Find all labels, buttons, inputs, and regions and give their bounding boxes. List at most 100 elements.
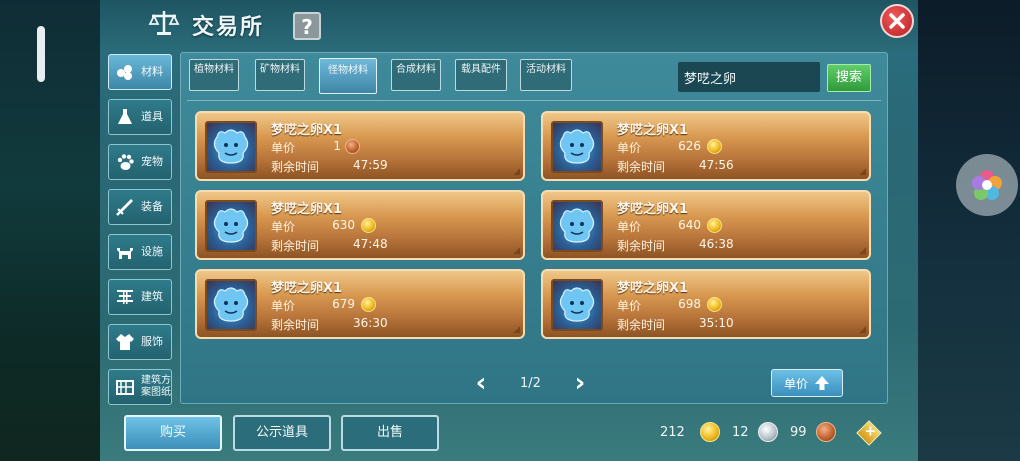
- gold-amount: 212: [660, 425, 685, 440]
- tab-plant-materials[interactable]: 植物材料: [189, 59, 239, 91]
- unit-price: 640: [678, 218, 701, 232]
- tab-monster-materials[interactable]: 怪物材料: [319, 58, 377, 94]
- time-remaining-label: 剩余时间: [617, 239, 666, 253]
- unit-price-label: 单价: [617, 141, 642, 155]
- unit-price-label: 单价: [271, 220, 296, 234]
- page-indicator: 1/2: [520, 376, 541, 391]
- egg-creature-icon: [559, 287, 595, 322]
- card-corner-icon: ◢: [513, 246, 520, 256]
- time-remaining: 36:30: [353, 316, 388, 330]
- sidebar-item-label: 道具: [141, 110, 163, 123]
- next-page-button[interactable]: ›: [570, 370, 590, 397]
- plus-icon: +: [864, 423, 877, 440]
- sort-by-price-button[interactable]: 单价: [771, 369, 843, 397]
- item-name: 梦呓之卵X1: [271, 202, 343, 217]
- sidebar-item-buildings[interactable]: 建筑: [108, 279, 172, 315]
- sidebar-item-equipment[interactable]: 装备: [108, 189, 172, 225]
- item-thumbnail: [205, 279, 257, 331]
- gold-coin-icon: [361, 218, 376, 233]
- clothing-icon: [116, 334, 134, 350]
- time-remaining: 46:38: [699, 237, 734, 251]
- sidebar-item-items[interactable]: 道具: [108, 99, 172, 135]
- gold-coin-icon: [700, 422, 720, 442]
- floating-assistant-button[interactable]: [956, 154, 1018, 216]
- sidebar-item-label: 宠物: [141, 155, 163, 168]
- unit-price: 626: [678, 139, 701, 153]
- building-icon: [117, 290, 133, 304]
- time-remaining: 47:59: [353, 158, 388, 172]
- time-remaining-label: 剩余时间: [271, 239, 320, 253]
- add-currency-button[interactable]: +: [856, 420, 882, 446]
- sidebar-item-label: 材料: [141, 65, 163, 78]
- sword-icon: [116, 199, 133, 216]
- item-thumbnail: [551, 279, 603, 331]
- sidebar-item-label: 建筑方案图纸: [141, 375, 171, 398]
- previous-page-button[interactable]: ‹: [471, 370, 491, 397]
- listing-card[interactable]: 梦呓之卵X1 单价 1 剩余时间 47:59 ◢: [195, 111, 525, 181]
- copper-coin-icon: [816, 422, 836, 442]
- background-left: [0, 0, 105, 461]
- scale-icon: [148, 11, 180, 35]
- help-button[interactable]: ?: [293, 12, 321, 40]
- unit-price: 630: [332, 218, 355, 232]
- item-thumbnail: [205, 121, 257, 173]
- sidebar-item-label: 服饰: [141, 335, 163, 348]
- sidebar-item-label: 设施: [141, 245, 163, 258]
- time-remaining: 47:56: [699, 158, 734, 172]
- buy-button[interactable]: 购买: [124, 415, 222, 451]
- egg-creature-icon: [213, 129, 249, 164]
- sell-button[interactable]: 出售: [341, 415, 439, 451]
- card-corner-icon: ◢: [513, 325, 520, 335]
- search-button[interactable]: 搜索: [827, 64, 871, 92]
- gold-coin-icon: [707, 218, 722, 233]
- scroll-handle[interactable]: [37, 26, 45, 82]
- sidebar-item-blueprints[interactable]: 建筑方案图纸: [108, 369, 172, 405]
- listing-card[interactable]: 梦呓之卵X1 单价 630 剩余时间 47:48 ◢: [195, 190, 525, 260]
- listing-card[interactable]: 梦呓之卵X1 单价 698 剩余时间 35:10 ◢: [541, 269, 871, 339]
- item-name: 梦呓之卵X1: [617, 281, 689, 296]
- tab-vehicle-parts[interactable]: 载具配件: [455, 59, 507, 91]
- animal-icon: [117, 248, 133, 259]
- unit-price-label: 单价: [271, 299, 296, 313]
- item-thumbnail: [205, 200, 257, 252]
- listing-card[interactable]: 梦呓之卵X1 单价 626 剩余时间 47:56 ◢: [541, 111, 871, 181]
- unit-price: 698: [678, 297, 701, 311]
- unit-price-label: 单价: [617, 220, 642, 234]
- tab-event-materials[interactable]: 活动材料: [520, 59, 572, 91]
- copper-coin-icon: [345, 139, 360, 154]
- unit-price: 679: [332, 297, 355, 311]
- close-button[interactable]: [880, 4, 914, 38]
- unit-price: 1: [333, 139, 341, 153]
- sidebar-item-facilities[interactable]: 设施: [108, 234, 172, 270]
- sidebar-item-label: 装备: [141, 200, 163, 213]
- sidebar-item-materials[interactable]: 材料: [108, 54, 172, 90]
- gold-coin-icon: [707, 139, 722, 154]
- flower-icon: [972, 170, 1002, 200]
- public-items-button[interactable]: 公示道具: [233, 415, 331, 451]
- tab-mineral-materials[interactable]: 矿物材料: [255, 59, 305, 91]
- listing-panel: 植物材料 矿物材料 怪物材料 合成材料 载具配件 活动材料 搜索 梦呓之卵X1 …: [180, 52, 888, 404]
- item-thumbnail: [551, 121, 603, 173]
- tab-crafted-materials[interactable]: 合成材料: [391, 59, 441, 91]
- time-remaining-label: 剩余时间: [617, 318, 666, 332]
- listing-card[interactable]: 梦呓之卵X1 单价 640 剩余时间 46:38 ◢: [541, 190, 871, 260]
- copper-amount: 99: [790, 425, 807, 440]
- potion-icon: [118, 109, 132, 124]
- item-name: 梦呓之卵X1: [271, 123, 343, 138]
- sidebar-item-pets[interactable]: 宠物: [108, 144, 172, 180]
- card-corner-icon: ◢: [859, 325, 866, 335]
- divider: [187, 100, 881, 101]
- gold-coin-icon: [361, 297, 376, 312]
- item-name: 梦呓之卵X1: [271, 281, 343, 296]
- listing-card[interactable]: 梦呓之卵X1 单价 679 剩余时间 36:30 ◢: [195, 269, 525, 339]
- search-input[interactable]: [678, 62, 820, 92]
- silver-coin-icon: [758, 422, 778, 442]
- time-remaining-label: 剩余时间: [617, 160, 666, 174]
- time-remaining: 47:48: [353, 237, 388, 251]
- title-bar: 交易所 ?: [100, 0, 918, 50]
- card-corner-icon: ◢: [859, 246, 866, 256]
- card-corner-icon: ◢: [513, 167, 520, 177]
- sidebar-item-clothing[interactable]: 服饰: [108, 324, 172, 360]
- materials-icon: [117, 65, 132, 80]
- exchange-window: 交易所 ? 材料 道具 宠物 装备 设施 建筑 服饰 建筑方案图纸 植物材料 矿…: [100, 0, 918, 461]
